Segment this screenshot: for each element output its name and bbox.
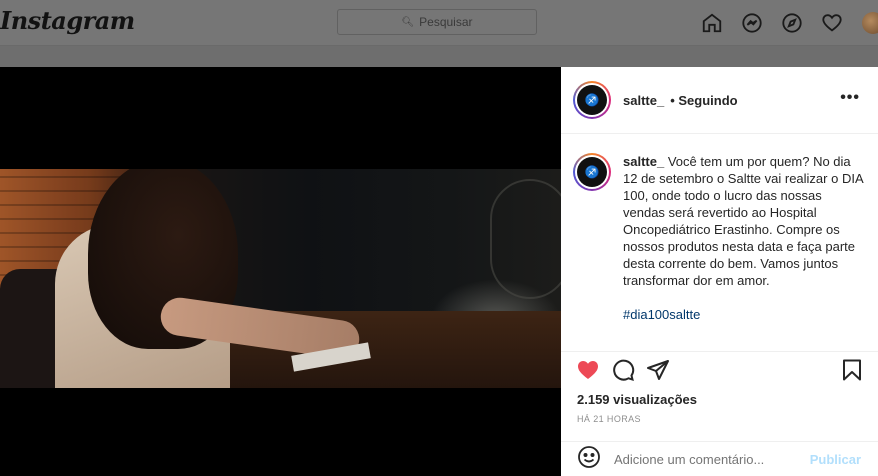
comment-input[interactable] (614, 451, 804, 467)
caption-body: saltte_ Você tem um por quem? No dia 12 … (623, 153, 863, 323)
hashtag-link[interactable]: #dia100saltte (623, 306, 863, 323)
caption-username[interactable]: saltte_ (623, 154, 664, 169)
author-avatar[interactable]: ♐ (573, 81, 611, 119)
post-timestamp: HÁ 21 HORAS (577, 414, 641, 424)
search-placeholder: Pesquisar (419, 15, 473, 29)
search-box[interactable]: 🔍︎ Pesquisar (337, 9, 537, 35)
caption-author-avatar[interactable]: ♐ (573, 153, 611, 191)
caption-text: Você tem um por quem? No dia 12 de setem… (623, 154, 863, 288)
following-status[interactable]: • Seguindo (670, 93, 737, 108)
comment-bar: Publicar (561, 441, 878, 476)
share-icon[interactable] (646, 358, 670, 387)
home-icon[interactable] (692, 10, 732, 36)
author-username[interactable]: saltte_ (623, 93, 664, 108)
messenger-icon[interactable] (732, 10, 772, 36)
post-video[interactable] (0, 67, 561, 476)
post-actions: 2.159 visualizações HÁ 21 HORAS (561, 351, 878, 447)
publish-button[interactable]: Publicar (810, 452, 861, 467)
view-count: 2.159 visualizações (577, 392, 697, 407)
emoji-icon[interactable] (577, 445, 601, 474)
post-details-panel: ♐ saltte_ • Seguindo ••• ♐ saltte_ Você … (561, 67, 878, 476)
search-icon: 🔍︎ (401, 16, 415, 28)
profile-avatar[interactable] (862, 12, 878, 34)
saltte-logo-icon: ♐ (577, 85, 607, 115)
nav-icons (692, 10, 878, 36)
explore-icon[interactable] (772, 10, 812, 36)
top-navigation-bar: Instagram 🔍︎ Pesquisar (0, 0, 878, 46)
comment-icon[interactable] (611, 358, 635, 387)
like-heart-icon[interactable] (576, 358, 600, 387)
video-frame (0, 169, 561, 388)
bookmark-icon[interactable] (840, 358, 864, 387)
heart-icon[interactable] (812, 10, 852, 36)
more-options-button[interactable]: ••• (840, 89, 860, 107)
instagram-logo[interactable]: Instagram (0, 6, 135, 35)
post-header: ♐ saltte_ • Seguindo ••• (561, 67, 878, 134)
post-caption: ♐ saltte_ Você tem um por quem? No dia 1… (573, 153, 873, 323)
saltte-logo-icon: ♐ (577, 157, 607, 187)
